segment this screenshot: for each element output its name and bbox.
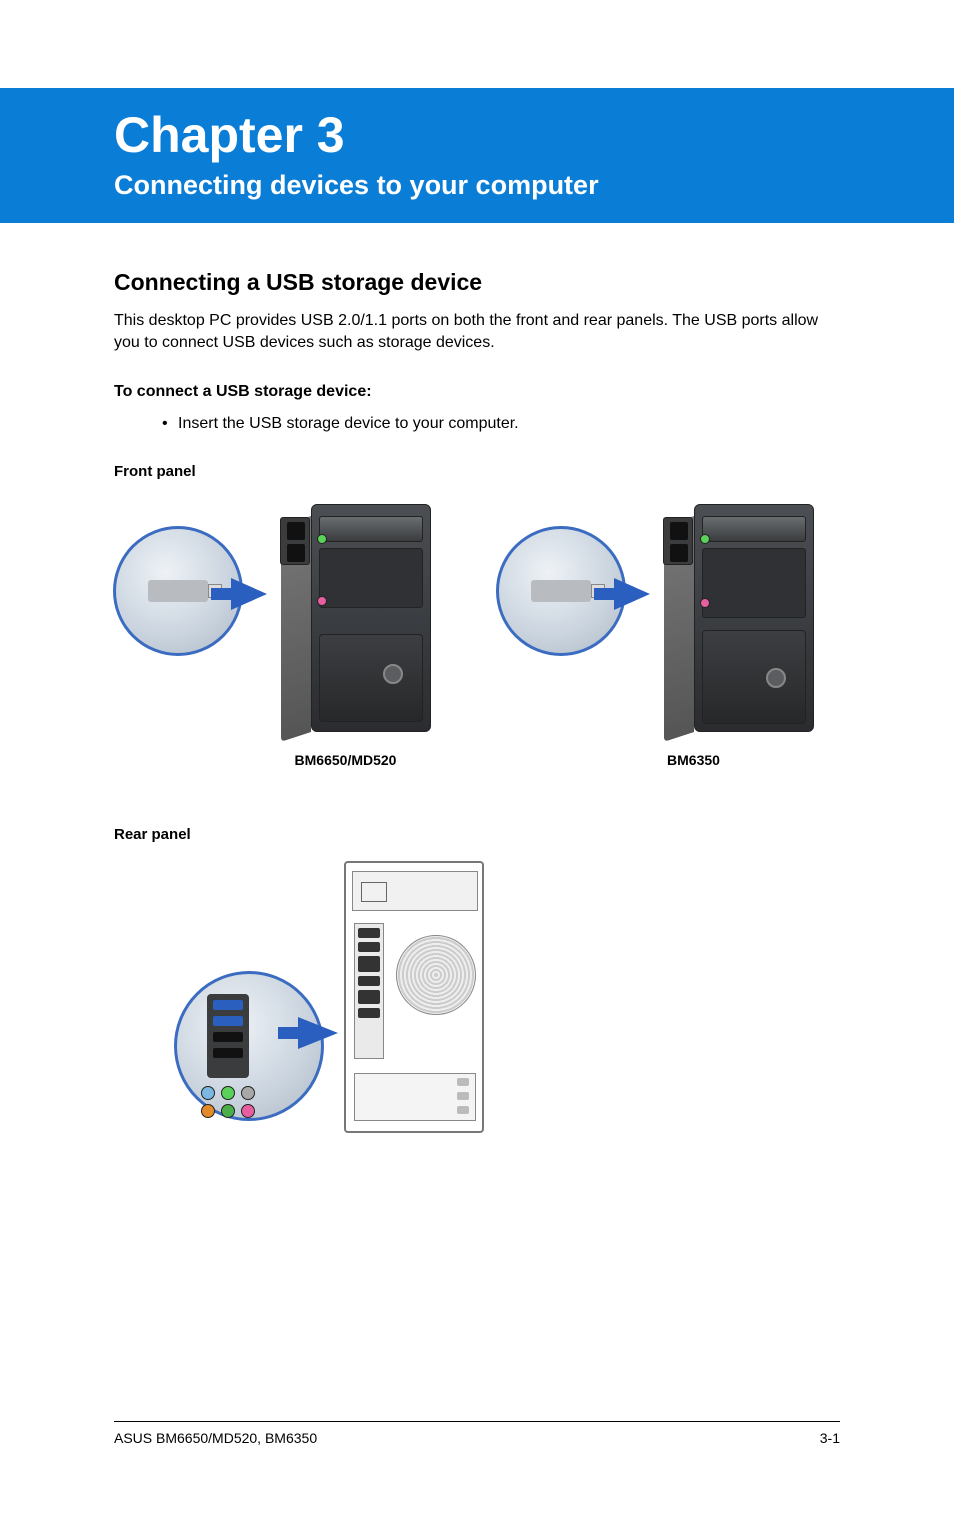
page: Chapter 3 Connecting devices to your com…	[0, 88, 954, 1141]
chapter-title: Connecting devices to your computer	[114, 170, 954, 201]
footer-left: ASUS BM6650/MD520, BM6350	[114, 1430, 317, 1446]
step-item: • Insert the USB storage device to your …	[114, 415, 840, 433]
caption-right: BM6350	[497, 752, 840, 768]
figure-front-left: BM6650/MD520	[114, 498, 457, 768]
tower-illustration-bm6350	[504, 498, 834, 738]
front-figures: BM6650/MD520	[114, 498, 840, 768]
step-heading: To connect a USB storage device:	[114, 383, 840, 401]
step-text: Insert the USB storage device to your co…	[162, 415, 519, 433]
front-panel-label: Front panel	[114, 463, 840, 480]
rear-panel-label: Rear panel	[114, 826, 840, 843]
section-heading: Connecting a USB storage device	[114, 269, 840, 296]
body: Connecting a USB storage device This des…	[0, 223, 954, 1141]
page-footer: ASUS BM6650/MD520, BM6350 3-1	[0, 1420, 954, 1446]
chapter-banner: Chapter 3 Connecting devices to your com…	[0, 88, 954, 223]
arrow-icon	[231, 578, 267, 610]
arrow-icon	[298, 1017, 338, 1049]
rear-outline	[344, 861, 484, 1133]
figure-rear	[174, 861, 494, 1141]
chapter-number: Chapter 3	[114, 106, 954, 164]
footer-page-number: 3-1	[820, 1430, 840, 1446]
figure-front-right: BM6350	[497, 498, 840, 768]
tower-illustration-bm6650	[121, 498, 451, 738]
caption-left: BM6650/MD520	[114, 752, 457, 768]
section-intro: This desktop PC provides USB 2.0/1.1 por…	[114, 310, 840, 355]
bullet-icon: •	[114, 415, 162, 433]
arrow-icon	[614, 578, 650, 610]
